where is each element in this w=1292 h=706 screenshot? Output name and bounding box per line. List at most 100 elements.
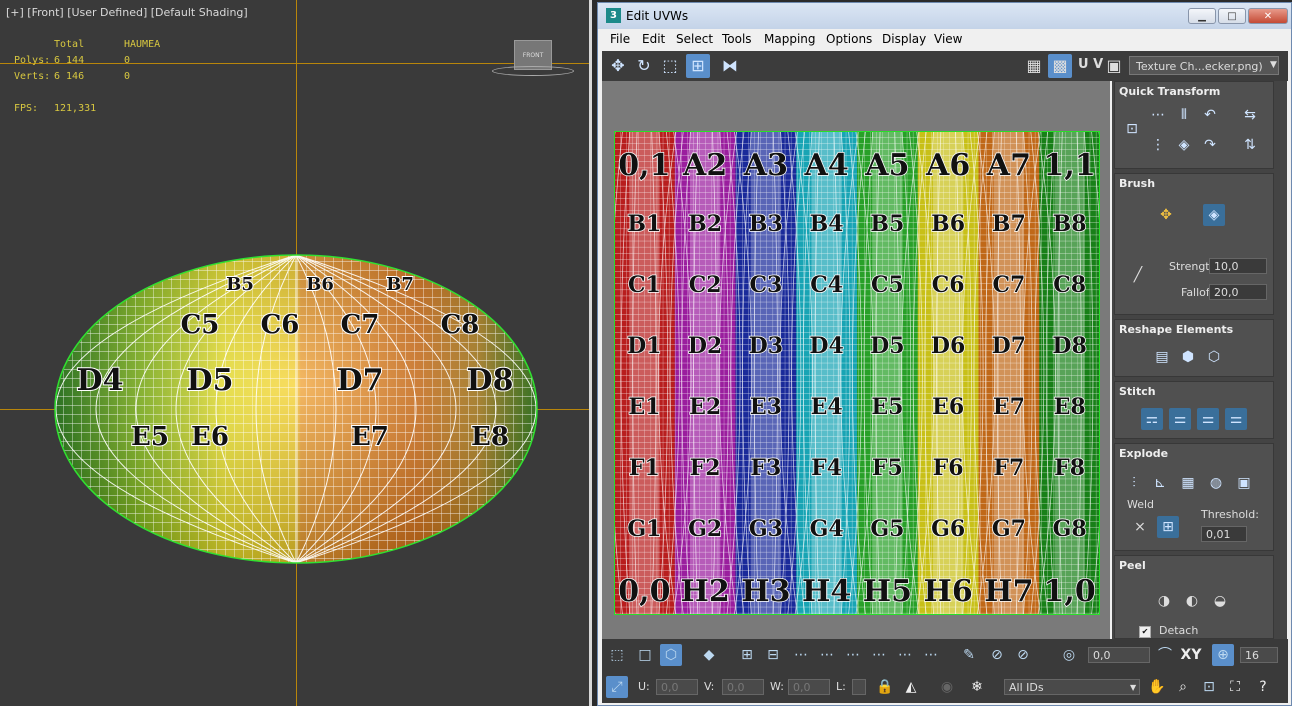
uv-editor-area[interactable]: 0,1 A2 A3 A4 A5 A6 A7 1,1 0,0 H2 H3 H4 H5 H6 H7 1,0 B1 B2… [602, 81, 1110, 639]
quick-transform-title[interactable]: Quick Transform [1119, 85, 1220, 98]
rollout-brush[interactable]: Brush ✥ ◈ ╱ Strength: 10,0 Falloff: 20,0 [1114, 173, 1274, 315]
menu-mapping[interactable]: Mapping [764, 32, 816, 46]
flatten-by-material-icon[interactable]: ▣ [1233, 472, 1255, 494]
rotate-ccw-icon[interactable]: ↶ [1199, 104, 1221, 126]
zoom-icon[interactable]: ⌕ [1172, 676, 1194, 698]
soft-select-icon[interactable]: ◎ [1058, 644, 1080, 666]
stitch-average-icon[interactable]: ⚌ [1197, 408, 1219, 430]
panel-scrollbar[interactable] [1278, 81, 1287, 639]
minimize-button[interactable]: ▁ [1188, 8, 1216, 24]
edit-uvws-window[interactable]: 3 Edit UVWs ▁ □ ✕ File Edit Select Tools… [597, 2, 1292, 706]
material-ids-select[interactable]: All IDs [1004, 679, 1140, 695]
straighten-icon[interactable]: ▤ [1151, 346, 1173, 368]
explode-title[interactable]: Explode [1119, 447, 1168, 460]
lock-icon[interactable]: 🔒 [874, 676, 896, 698]
menu-options[interactable]: Options [826, 32, 872, 46]
l-checkbox[interactable] [852, 679, 866, 695]
brush-stroke-icon[interactable]: ╱ [1127, 264, 1149, 286]
flatten-by-angle-icon[interactable]: ⊾ [1149, 472, 1171, 494]
help-icon[interactable]: ? [1252, 676, 1274, 698]
rollout-peel[interactable]: Peel ◑ ◐ ◒ ✔ Detach [1114, 555, 1274, 639]
loop-select-icon[interactable]: ⋯ [894, 644, 916, 666]
grid-size-input[interactable]: 16 [1240, 647, 1278, 663]
rotate-icon[interactable]: ↻ [632, 54, 656, 78]
uv-map[interactable]: 0,1 A2 A3 A4 A5 A6 A7 1,1 0,0 H2 H3 H4 H5 H6 H7 1,0 B1 B2… [614, 131, 1100, 615]
v-input[interactable]: 0,0 [722, 679, 764, 695]
align-pivot-icon[interactable]: ⊡ [1121, 118, 1143, 140]
stitch-title[interactable]: Stitch [1119, 385, 1156, 398]
close-button[interactable]: ✕ [1248, 8, 1288, 24]
xy-label[interactable]: XY [1176, 644, 1206, 666]
stitch-target-icon[interactable]: ⚌ [1225, 408, 1247, 430]
select-face-icon[interactable]: ⬡ [660, 644, 682, 666]
relax-settings-icon[interactable]: ⬡ [1203, 346, 1225, 368]
pan-icon[interactable]: ✋ [1146, 676, 1168, 698]
rollout-quick-transform[interactable]: Quick Transform ⊡ ⋯ ⦀ ↶ ⋮ ◈ ↷ ⇆ ⇅ [1114, 81, 1274, 169]
menu-edit[interactable]: Edit [642, 32, 665, 46]
checker-toggle-icon[interactable]: ▦ [1022, 54, 1046, 78]
texture-map-icon[interactable]: ▣ [1102, 54, 1126, 78]
strength-input[interactable]: 10,0 [1209, 258, 1267, 274]
relax-brush-icon[interactable]: ◈ [1203, 204, 1225, 226]
paint-select-icon[interactable]: ✎ [958, 644, 980, 666]
falloff-input[interactable]: 20,0 [1209, 284, 1267, 300]
zoom-extents-icon[interactable]: ⛶ [1224, 676, 1246, 698]
ring-select-icon[interactable]: ⋯ [920, 644, 942, 666]
peel-reset-icon[interactable]: ◒ [1209, 590, 1231, 612]
ring-grow-icon[interactable]: ⋯ [790, 644, 812, 666]
threshold-input[interactable]: 0,01 [1201, 526, 1247, 542]
menu-select[interactable]: Select [676, 32, 713, 46]
scale-icon[interactable]: ⬚ [658, 54, 682, 78]
break-icon[interactable]: ⫶ [1123, 472, 1145, 494]
peel-title[interactable]: Peel [1119, 559, 1146, 572]
peel-mode-icon[interactable]: ◐ [1181, 590, 1203, 612]
title-bar[interactable]: 3 Edit UVWs ▁ □ ✕ [598, 3, 1291, 29]
uv-axis-label[interactable]: U V [1078, 57, 1103, 72]
align-points-icon[interactable]: ⋮ [1147, 134, 1169, 156]
texture-select[interactable]: Texture Ch...ecker.png) [1129, 56, 1279, 75]
stitch-source-icon[interactable]: ⚌ [1169, 408, 1191, 430]
mirror-icon[interactable]: ⧓ [718, 54, 742, 78]
quick-peel-icon[interactable]: ◑ [1153, 590, 1175, 612]
spacing-icon[interactable]: ◈ [1173, 134, 1195, 156]
menu-display[interactable]: Display [882, 32, 926, 46]
move-icon[interactable]: ✥ [606, 54, 630, 78]
flatten-by-smoothing-icon[interactable]: ◍ [1205, 472, 1227, 494]
select-edge-icon[interactable]: □ [634, 644, 656, 666]
eye-icon[interactable]: ◉ [936, 676, 958, 698]
align-horizontal-icon[interactable]: ⋯ [1147, 104, 1169, 126]
align-vertical-icon[interactable]: ⦀ [1173, 104, 1195, 126]
select-vertex-icon[interactable]: ⬚ [606, 644, 628, 666]
hide-icon[interactable]: ◭ [900, 676, 922, 698]
u-input[interactable]: 0,0 [656, 679, 698, 695]
w-input[interactable]: 0,0 [788, 679, 830, 695]
distribute-h-icon[interactable]: ⇆ [1239, 104, 1261, 126]
freeform-icon[interactable]: ⊞ [686, 54, 710, 78]
paint-move-icon[interactable]: ✥ [1155, 204, 1177, 226]
rollout-explode[interactable]: Explode ⫶ ⊾ ▦ ◍ ▣ Weld ⨯ ⊞ Threshold: 0,… [1114, 443, 1274, 551]
ring-shrink-icon[interactable]: ⋯ [816, 644, 838, 666]
rollout-stitch[interactable]: Stitch ⚎ ⚌ ⚌ ⚌ [1114, 381, 1274, 439]
brush-title[interactable]: Brush [1119, 177, 1155, 190]
checker-pattern-icon[interactable]: ▩ [1048, 54, 1072, 78]
paint-shrink-icon[interactable]: ⊘ [1012, 644, 1034, 666]
flatten-icon[interactable]: ▦ [1177, 472, 1199, 494]
select-element-icon[interactable]: ◆ [698, 644, 720, 666]
weld-selected-icon[interactable]: ⨯ [1129, 516, 1151, 538]
rollout-reshape-elements[interactable]: Reshape Elements ▤ ⬢ ⬡ [1114, 319, 1274, 377]
distribute-v-icon[interactable]: ⇅ [1239, 134, 1261, 156]
detach-checkbox[interactable]: ✔ [1139, 626, 1151, 638]
falloff-curve-icon[interactable]: ⌒ [1154, 644, 1176, 666]
sphere-mesh[interactable]: B5 B6 B7 C5 C6 C7 C8 D4 D5 D7 D8 E5 E6 E7 E8 [0, 0, 592, 706]
freeze-icon[interactable]: ❄ [966, 676, 988, 698]
menu-view[interactable]: View [934, 32, 962, 46]
menu-tools[interactable]: Tools [722, 32, 752, 46]
weld-target-icon[interactable]: ⊞ [1157, 516, 1179, 538]
loop-grow-icon[interactable]: ⋯ [842, 644, 864, 666]
loop-shrink-icon[interactable]: ⋯ [868, 644, 890, 666]
grow-select-icon[interactable]: ⊞ [736, 644, 758, 666]
absolute-offset-icon[interactable]: ⤢ [606, 676, 628, 698]
menu-file[interactable]: File [610, 32, 630, 46]
viewport-front[interactable]: [+] [Front] [User Defined] [Default Shad… [0, 0, 592, 706]
rotate-cw-icon[interactable]: ↷ [1199, 134, 1221, 156]
